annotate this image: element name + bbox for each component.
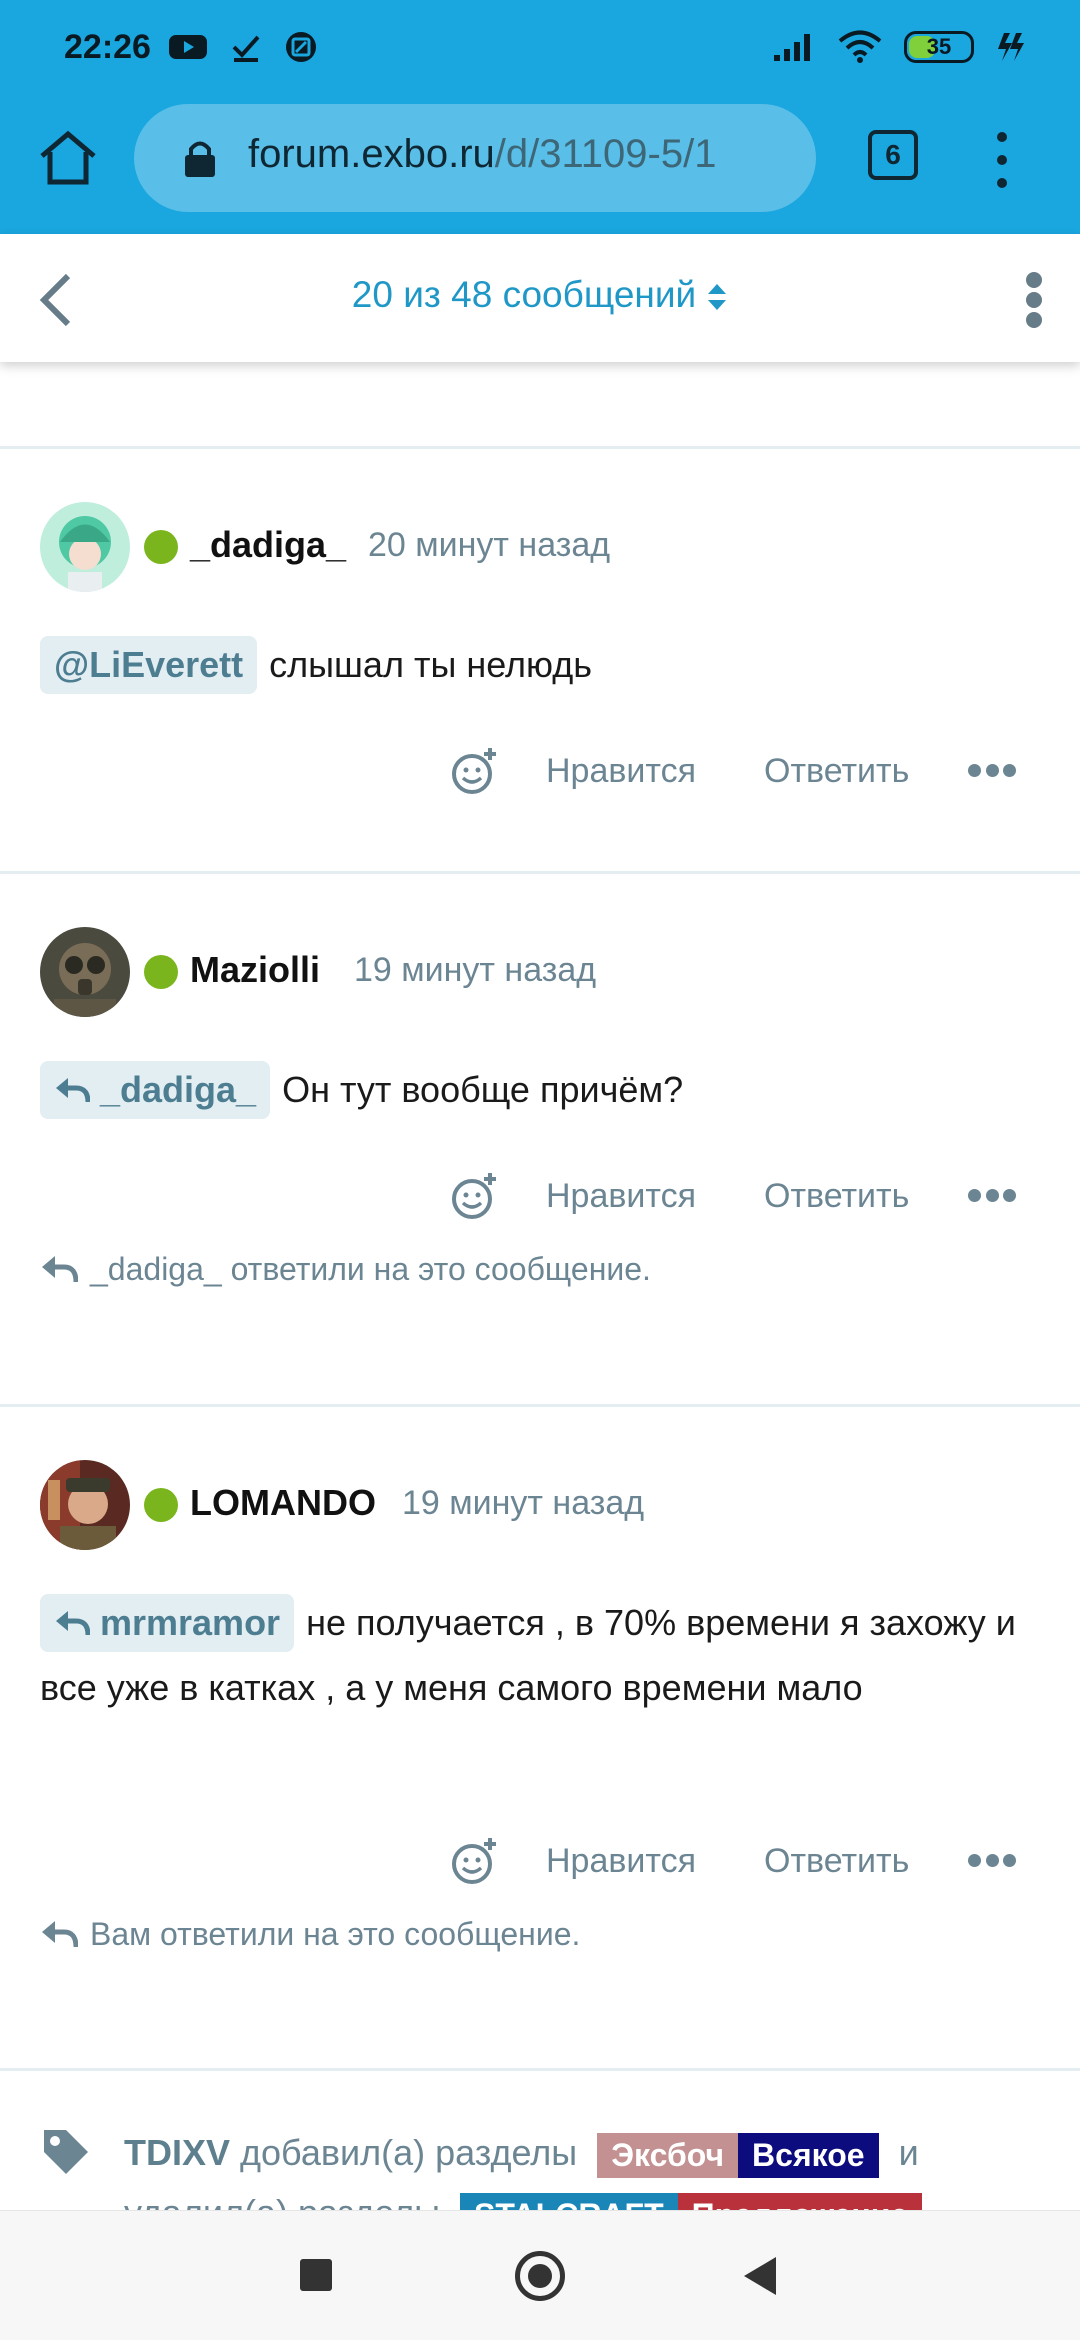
post-time[interactable]: 19 минут назад [354, 951, 596, 990]
like-button[interactable]: Нравится [546, 752, 696, 791]
reply-arrow-icon [56, 1611, 90, 1636]
event-user[interactable]: TDIXV [124, 2132, 230, 2173]
tag-badge[interactable]: Предложение [677, 2192, 923, 2210]
post-time[interactable]: 19 минут назад [402, 1484, 644, 1523]
add-reaction-icon[interactable] [450, 746, 500, 796]
reply-arrow-icon [56, 1078, 90, 1103]
post-actions: Нравится Ответить [0, 746, 1080, 806]
post-username[interactable]: LOMANDO [190, 1482, 376, 1524]
browser-toolbar: forum.exbo.ru/d/31109-5/1 6 [0, 96, 1080, 234]
download-done-icon [232, 35, 260, 62]
like-button[interactable]: Нравится [546, 1842, 696, 1881]
recents-button-icon[interactable] [300, 2259, 332, 2291]
reply-mention[interactable]: _dadiga_ [40, 1061, 271, 1119]
signal-icon [774, 34, 810, 61]
post-actions: Нравится Ответить [0, 1171, 1080, 1231]
lock-icon [185, 141, 215, 177]
reply-button[interactable]: Ответить [764, 1177, 909, 1216]
tag-badge[interactable]: Эксбоч [597, 2132, 739, 2178]
post-actions: Нравится Ответить [0, 1836, 1080, 1896]
divider [0, 1404, 1080, 1407]
browser-menu-icon[interactable] [990, 132, 1014, 188]
charging-icon [998, 33, 1024, 61]
system-navigation-bar [0, 2210, 1080, 2340]
reply-button[interactable]: Ответить [764, 1842, 909, 1881]
event-removed-text: удалил(а) разделы [124, 2192, 440, 2210]
post-username[interactable]: _dadiga_ [190, 524, 346, 566]
divider [0, 871, 1080, 874]
divider [0, 2068, 1080, 2071]
home-icon[interactable] [36, 126, 100, 190]
tag-icon [44, 2130, 88, 2174]
home-button-icon[interactable] [515, 2251, 565, 2301]
add-reaction-icon[interactable] [450, 1171, 500, 1221]
post-text: слышал ты нелюдь [269, 644, 593, 685]
url-text: forum.exbo.ru/d/31109-5/1 [248, 132, 717, 176]
post-text: Он тут вообще причём? [282, 1069, 684, 1110]
user-mention[interactable]: @LiEverett [40, 636, 258, 694]
like-button[interactable]: Нравится [546, 1177, 696, 1216]
app-notification-icon [286, 32, 316, 62]
address-bar[interactable]: forum.exbo.ru/d/31109-5/1 [134, 104, 816, 212]
more-options-icon[interactable] [968, 764, 1016, 778]
battery-indicator: 35 [904, 31, 974, 63]
tag-badge[interactable]: STALCRAFT [460, 2192, 678, 2210]
post-counter[interactable]: 20 из 48 сообщений [0, 274, 1080, 316]
online-indicator [144, 1488, 178, 1522]
post-body: mrmramor не получается , в 70% времени я … [40, 1590, 1040, 1720]
event-added-text: добавил(а) разделы [240, 2132, 578, 2173]
sort-arrows-icon [708, 284, 727, 311]
reply-button[interactable]: Ответить [764, 752, 909, 791]
wifi-icon [838, 30, 882, 63]
post-time[interactable]: 20 минут назад [368, 526, 610, 565]
youtube-icon [169, 35, 207, 59]
avatar[interactable] [40, 1460, 130, 1550]
back-button-icon[interactable] [744, 2257, 776, 2295]
status-time: 22:26 [64, 28, 151, 66]
avatar[interactable] [40, 502, 130, 592]
status-bar: 22:26 35 [0, 0, 1080, 96]
reply-arrow-icon [42, 1256, 78, 1283]
tab-switcher-button[interactable]: 6 [868, 130, 918, 180]
more-options-icon[interactable] [968, 1854, 1016, 1868]
discussion-header: 20 из 48 сообщений [0, 234, 1080, 362]
post-body: @LiEverett слышал ты нелюдь [40, 632, 1040, 697]
event-and-text: и [898, 2132, 919, 2173]
divider [0, 446, 1080, 449]
reply-mention[interactable]: mrmramor [40, 1594, 295, 1652]
discussion-event: TDIXV добавил(а) разделы Эксбоч Всякое и … [0, 2098, 1080, 2210]
post-username[interactable]: Maziolli [190, 949, 320, 991]
browser-chrome: 22:26 35 forum.exbo.ru/d/31109-5/1 6 [0, 0, 1080, 234]
tag-badge[interactable]: Всякое [738, 2132, 879, 2178]
replies-note[interactable]: Вам ответили на это сообщение. [40, 1916, 580, 1953]
replies-note[interactable]: _dadiga_ ответили на это сообщение. [40, 1251, 651, 1288]
post-body: _dadiga_ Он тут вообще причём? [40, 1057, 1040, 1122]
online-indicator [144, 955, 178, 989]
online-indicator [144, 530, 178, 564]
discussion-menu-icon[interactable] [1026, 272, 1042, 328]
add-reaction-icon[interactable] [450, 1836, 500, 1886]
event-line-1: TDIXV добавил(а) разделы Эксбоч Всякое и [124, 2132, 919, 2178]
event-line-2: удалил(а) разделы STALCRAFTПредложение [124, 2192, 923, 2210]
more-options-icon[interactable] [968, 1189, 1016, 1203]
reply-arrow-icon [42, 1921, 78, 1948]
avatar[interactable] [40, 927, 130, 1017]
